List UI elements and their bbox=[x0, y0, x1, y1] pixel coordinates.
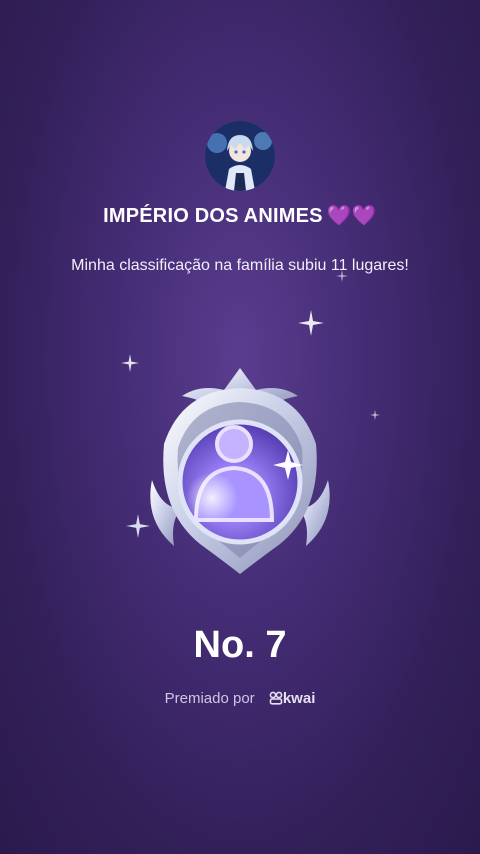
awarded-by-label: Premiado por bbox=[164, 690, 255, 707]
family-name: IMPÉRIO DOS ANIMES 💜💜 bbox=[0, 203, 480, 228]
kwai-logo-icon bbox=[269, 691, 283, 705]
sparkle-icon bbox=[298, 310, 324, 336]
kwai-brand-text: kwai bbox=[282, 690, 316, 707]
awarded-by: Premiado por kwai bbox=[0, 690, 480, 707]
sparkle-icon bbox=[336, 270, 348, 282]
heart-icons: 💜💜 bbox=[326, 205, 377, 227]
avatar[interactable] bbox=[205, 121, 275, 191]
kwai-brand: kwai bbox=[267, 690, 316, 707]
family-name-text: IMPÉRIO DOS ANIMES bbox=[103, 205, 323, 227]
rank-badge-icon bbox=[150, 368, 330, 574]
rank-number: No. 7 bbox=[193, 624, 287, 666]
rank-message: Minha classificação na família subiu 11 … bbox=[71, 257, 409, 274]
rank-share-screen: IMPÉRIO DOS ANIMES 💜💜 Minha classificação… bbox=[0, 0, 480, 854]
sparkle-icon bbox=[370, 410, 380, 420]
